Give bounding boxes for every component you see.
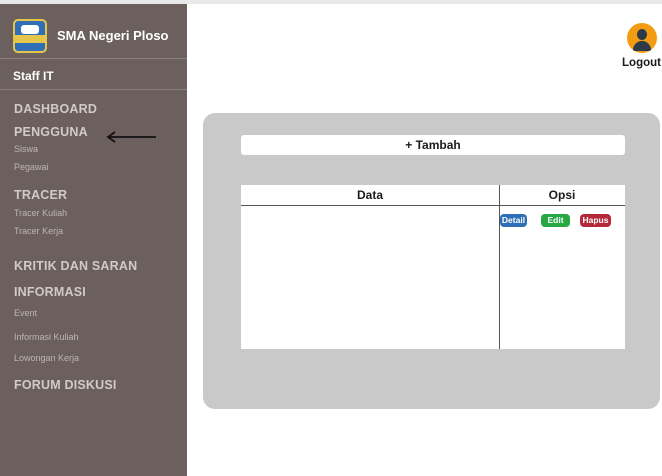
sidebar-item-tracer-kerja[interactable]: Tracer Kerja xyxy=(14,226,63,236)
sidebar-item-tracer-kuliah[interactable]: Tracer Kuliah xyxy=(14,208,67,218)
column-header-data: Data xyxy=(241,185,499,206)
user-avatar-icon xyxy=(626,23,657,53)
sidebar-item-siswa[interactable]: Siswa xyxy=(14,144,38,154)
logout-button[interactable]: Logout xyxy=(621,23,662,69)
sidebar: SMA Negeri Ploso Staff IT DASHBOARD PENG… xyxy=(0,4,187,476)
school-logo-icon xyxy=(13,19,47,53)
delete-button[interactable]: Hapus xyxy=(580,214,611,227)
sidebar-item-dashboard[interactable]: DASHBOARD xyxy=(14,102,97,116)
add-button[interactable]: + Tambah xyxy=(241,135,625,155)
content-panel: + Tambah Data Opsi Detail Edit Hapus xyxy=(203,113,660,409)
edit-button[interactable]: Edit xyxy=(541,214,570,227)
logout-label: Logout xyxy=(622,57,661,69)
sidebar-item-pengguna[interactable]: PENGGUNA xyxy=(14,125,88,139)
sidebar-item-kritik-saran[interactable]: KRITIK DAN SARAN xyxy=(14,259,137,273)
sidebar-item-informasi[interactable]: INFORMASI xyxy=(14,285,86,299)
column-divider xyxy=(499,185,500,349)
sidebar-item-event[interactable]: Event xyxy=(14,308,37,318)
sidebar-item-informasi-kuliah[interactable]: Informasi Kuliah xyxy=(14,332,79,342)
left-arrow-icon xyxy=(106,131,156,143)
sidebar-item-forum-diskusi[interactable]: FORUM DISKUSI xyxy=(14,378,117,392)
detail-button[interactable]: Detail xyxy=(500,214,527,227)
data-table: Data Opsi Detail Edit Hapus xyxy=(241,185,625,349)
sidebar-item-lowongan-kerja[interactable]: Lowongan Kerja xyxy=(14,353,79,363)
sidebar-item-pegawai[interactable]: Pegawai xyxy=(14,162,49,172)
sidebar-brand: SMA Negeri Ploso xyxy=(0,4,187,59)
user-role: Staff IT xyxy=(0,60,187,90)
sidebar-item-tracer[interactable]: TRACER xyxy=(14,188,67,202)
school-name: SMA Negeri Ploso xyxy=(57,28,169,43)
user-role-label: Staff IT xyxy=(13,69,54,83)
column-header-opsi: Opsi xyxy=(499,185,625,206)
